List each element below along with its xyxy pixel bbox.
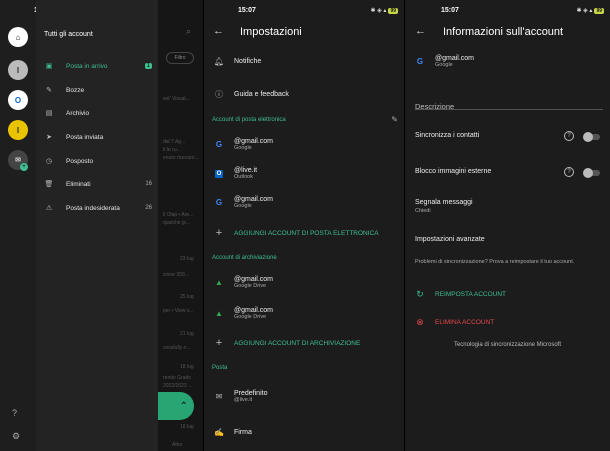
help-icon[interactable]: ? (12, 408, 17, 418)
status-icons: ✱ ◈ ▴ 99 (370, 7, 398, 14)
draft-icon: ✎ (46, 87, 52, 94)
refresh-icon: ↻ (416, 289, 424, 299)
filter-button[interactable]: Filtro (166, 52, 194, 64)
email-account-1[interactable]: G @gmail.com Google (204, 138, 404, 151)
settings-notifications[interactable]: 🔔︎ Notifiche (204, 57, 404, 66)
google-icon: G (215, 198, 223, 207)
drive-icon: ▲ (215, 278, 223, 287)
email-account-2[interactable]: O @live.it Outlook (204, 167, 404, 180)
google-icon: G (215, 140, 223, 149)
status-time: 15:07 (441, 7, 459, 14)
mail-icon: ✉ (215, 392, 223, 401)
gear-icon[interactable]: ⚙ (12, 431, 20, 442)
drive-icon: ▲ (215, 309, 223, 318)
edit-icon[interactable]: ✎ (391, 115, 398, 124)
add-email-account-button[interactable]: + AGGIUNGI ACCOUNT DI POSTA ELETTRONICA (204, 227, 404, 239)
account-rail: 15:07 ⌂ I O I ✉ + ? ⚙ (0, 0, 52, 451)
storage-accounts-header: Account di archiviazione (212, 255, 277, 261)
drawer-item-archive[interactable]: ▤ Archivio (44, 106, 152, 120)
bell-icon: 🔔︎ (213, 57, 225, 66)
page-title: Impostazioni (240, 26, 302, 38)
avatar-i-yellow[interactable]: I (8, 120, 28, 140)
drawer-item-sent[interactable]: ➤ Posta inviata (44, 130, 152, 144)
clock-icon: ◷ (45, 158, 53, 165)
mark-messages-setting[interactable]: Segnala messaggi Chiedi (415, 199, 473, 214)
compose-fab[interactable]: ⌃ (158, 392, 194, 420)
drawer-item-drafts[interactable]: ✎ Bozze (44, 83, 152, 97)
drawer-item-snoozed[interactable]: ◷ Posposto (44, 154, 152, 168)
settings-help[interactable]: ⓘ Guida e feedback (204, 89, 404, 100)
outlook-icon[interactable]: O (8, 90, 28, 110)
storage-account-2[interactable]: ▲ @gmail.com Google Drive (204, 307, 404, 320)
email-account-3[interactable]: G @gmail.com Google (204, 196, 404, 209)
settings-screen: 15:07 ✱ ◈ ▴ 99 ← Impostazioni 🔔︎ Notifiche… (204, 0, 404, 451)
help-icon[interactable]: ? (564, 131, 574, 141)
spam-icon: ⚠ (45, 205, 53, 212)
email-accounts-header: Account di posta elettronica (212, 117, 286, 123)
mail-section-header: Posta (212, 365, 228, 371)
account-info-screen: 15:07 ✱ ◈ ▴ 99 ← Informazioni sull'accoun… (405, 0, 610, 451)
inbox-icon: ▣ (45, 63, 53, 70)
sync-problem-text: Problemi di sincronizzazione? Prova a re… (415, 259, 575, 265)
account-header: G @gmail.com Google (405, 55, 610, 68)
chevron-up-icon: ⌃ (179, 400, 188, 412)
outlook-icon: O (214, 169, 224, 178)
accounts-drawer-screen: ⌕ Filtro 15:07 ⌂ I O I ✉ + ? ⚙ Tutti gli… (0, 0, 203, 451)
default-account-setting[interactable]: ✉ Predefinito @live.it (204, 390, 404, 403)
help-circle-icon: ⓘ (215, 90, 223, 99)
reset-account-button[interactable]: ↻ REIMPOSTA ACCOUNT (405, 289, 610, 300)
pen-icon: ✍ (214, 428, 224, 437)
archive-icon: ▤ (45, 110, 53, 117)
drawer-item-inbox[interactable]: ▣ Posta in arrivo 1 (44, 59, 152, 73)
back-arrow-icon[interactable]: ← (213, 25, 224, 37)
description-input[interactable]: Descrizione (415, 96, 603, 111)
plus-icon: + (215, 227, 223, 239)
plus-icon: + (215, 337, 223, 349)
search-icon[interactable]: ⌕ (186, 26, 191, 37)
block-images-toggle[interactable] (583, 168, 600, 178)
status-time: 15:07 (238, 7, 256, 14)
add-account-icon[interactable]: + (20, 163, 28, 171)
drawer-title: Tutti gli account (44, 31, 93, 38)
signature-setting[interactable]: ✍ Firma (204, 428, 404, 437)
send-icon: ➤ (46, 134, 52, 141)
sync-contacts-toggle[interactable] (583, 132, 600, 142)
storage-account-1[interactable]: ▲ @gmail.com Google Drive (204, 276, 404, 289)
sync-tech-label: Tecnologia di sincronizzazione Microsoft (453, 342, 562, 348)
drawer-item-trash[interactable]: 🗑 Eliminati 16 (44, 177, 152, 191)
home-icon[interactable]: ⌂ (8, 27, 28, 47)
delete-account-icon: ⊗ (416, 317, 424, 327)
trash-icon: 🗑 (44, 181, 54, 188)
advanced-settings-link[interactable]: Impostazioni avanzate (415, 236, 485, 243)
drawer: Tutti gli account ▣ Posta in arrivo 1 ✎ Boz… (36, 0, 158, 451)
add-storage-account-button[interactable]: + AGGIUNGI ACCOUNT DI ARCHIVIAZIONE (204, 337, 404, 349)
avatar-i[interactable]: I (8, 60, 28, 80)
google-icon: G (416, 57, 424, 66)
help-icon[interactable]: ? (564, 167, 574, 177)
page-title: Informazioni sull'account (443, 26, 564, 38)
delete-account-button[interactable]: ⊗ ELIMINA ACCOUNT (405, 317, 610, 328)
back-arrow-icon[interactable]: ← (415, 25, 426, 37)
block-images-label: Blocco immagini esterne (415, 168, 492, 175)
drawer-item-spam[interactable]: ⚠ Posta indesiderata 26 (44, 201, 152, 215)
status-icons: ✱ ◈ ▴ 99 (576, 7, 604, 14)
sync-contacts-label: Sincronizza i contatti (415, 132, 480, 139)
